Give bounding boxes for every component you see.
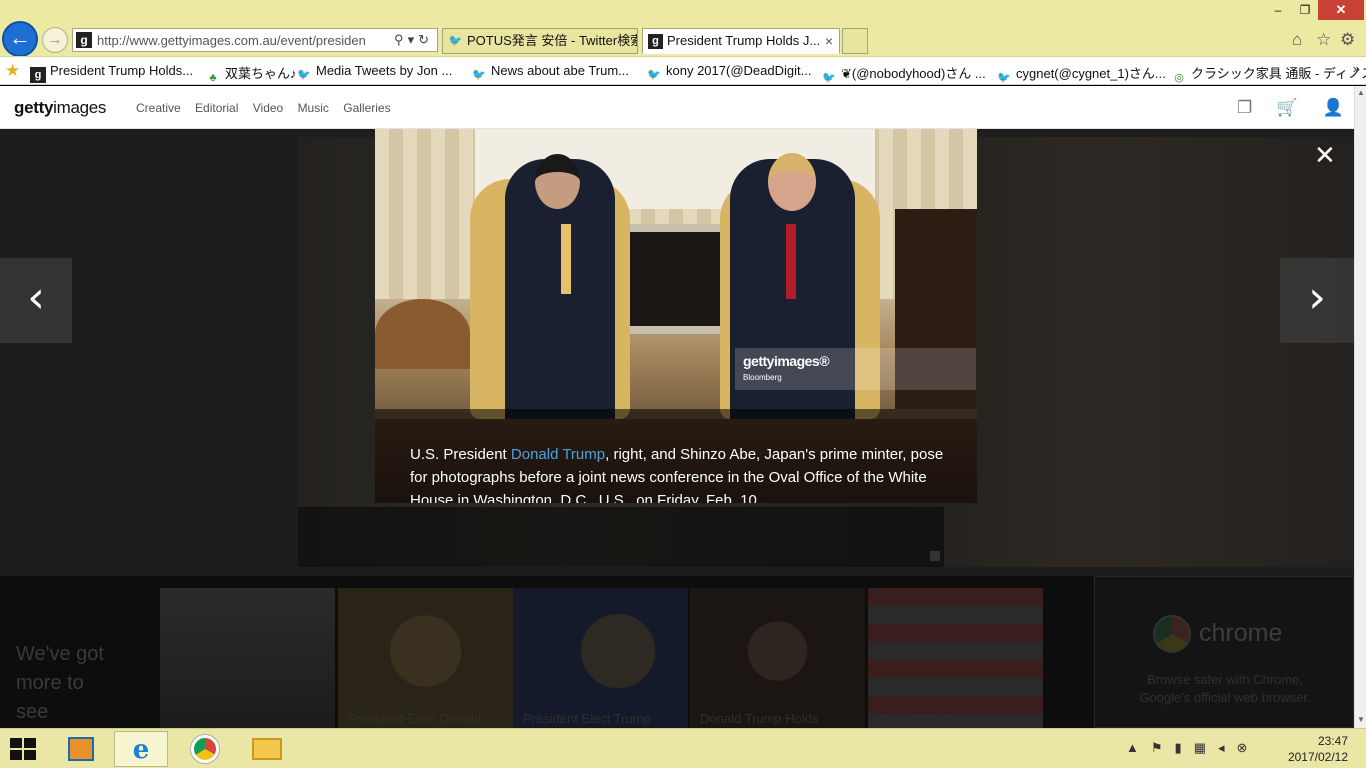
start-button[interactable] [10,738,38,760]
file-explorer-icon[interactable] [240,731,294,767]
refresh-icon[interactable]: ↻ [418,32,433,47]
favorite-item[interactable]: 🐦 kony 2017(@DeadDigit... [646,63,811,83]
getty-nav: Creative Editorial Video Music Galleries [136,101,402,115]
twitter-icon: 🐦 [647,69,661,81]
getty-favicon: g [30,67,46,83]
internet-explorer-icon[interactable]: e [114,731,168,767]
media-player-icon[interactable] [54,731,108,767]
close-window-button[interactable]: ✕ [1318,0,1364,20]
favorite-item[interactable]: ◎ クラシック家具 通販 - ディノス [1171,63,1366,86]
chrome-logo-icon [1153,615,1191,653]
close-lightbox-button[interactable]: ✕ [1314,141,1336,171]
new-tab-button[interactable] [842,28,868,54]
scroll-down-icon[interactable]: ▼ [1357,715,1365,724]
volume-icon[interactable]: ◂ [1218,740,1237,755]
next-image-button[interactable]: › [1280,258,1354,343]
system-tray: ▲⚑▮▦◂⊗ [1126,740,1259,756]
thumbnail-item[interactable]: President Elect Trump [513,588,688,728]
dropdown-icon[interactable]: ▾ [408,32,419,47]
more-to-see-section: We've got more to see President-Elect Do… [0,576,1354,728]
favorite-item[interactable]: 🐦 ❦(@nobodyhood)さん ... [821,63,986,86]
twitter-icon: 🐦 [822,72,836,84]
expand-icon [930,551,940,561]
forward-button[interactable]: → [42,27,68,53]
address-actions[interactable]: ⚲▾↻ [394,32,433,48]
more-to-see-heading: We've got more to see [16,643,104,723]
system-clock[interactable]: 23:47 2017/02/12 [1288,733,1348,765]
header-icons: ❐ 🛒 👤 [1217,98,1344,118]
nav-editorial[interactable]: Editorial [195,101,238,115]
lightbox-overlay: gettyimages® Bloomberg U.S. President Do… [0,129,1354,728]
boards-icon[interactable]: ❐ [1237,98,1252,117]
network-icon[interactable]: ▦ [1194,740,1218,755]
scroll-up-icon[interactable]: ▲ [1357,88,1365,97]
favorites-bar: ★ g President Trump Holds... ♣ 双葉ちゃん♪ 🐦 Med… [0,56,1366,85]
favorite-item[interactable]: g President Trump Holds... [30,63,193,83]
favorite-item[interactable]: ♣ 双葉ちゃん♪ [205,63,296,86]
nav-galleries[interactable]: Galleries [343,101,390,115]
favorite-item[interactable]: 🐦 Media Tweets by Jon ... [296,63,452,83]
star-icon[interactable]: ☆ [1316,30,1331,50]
home-icon[interactable]: ⌂ [1292,30,1302,50]
twitter-icon: 🐦 [297,69,311,81]
page-scrollbar[interactable]: ▲ ▼ [1354,86,1366,728]
windows-taskbar: e ▲⚑▮▦◂⊗ 23:47 2017/02/12 [0,728,1366,768]
cart-icon[interactable]: 🛒 [1277,98,1298,117]
browser-toolbar: ← → g http://www.gettyimages.com.au/even… [0,0,1366,57]
thumbnail-item[interactable]: Donald Trump [868,588,1043,728]
thumbnail-item[interactable] [160,588,335,728]
tray-overflow-icon[interactable]: ▲ [1126,740,1151,755]
thumbnail-item[interactable]: Donald Trump Holds [690,588,865,728]
favorites-overflow-icon[interactable]: » [1353,61,1360,76]
nav-creative[interactable]: Creative [136,101,181,115]
notifications-icon[interactable]: ⊗ [1237,740,1260,755]
favorite-item[interactable]: 🐦 News about abe Trum... [471,63,629,83]
twitter-icon: 🐦 [472,69,486,81]
restore-button[interactable]: ❐ [1292,0,1318,20]
nav-video[interactable]: Video [253,101,283,115]
address-bar[interactable]: g http://www.gettyimages.com.au/event/pr… [72,28,438,52]
getty-logo[interactable]: gettyimages [14,98,106,118]
chrome-advertisement[interactable]: chrome Browse safer with Chrome, Google'… [1094,576,1354,728]
search-icon[interactable]: ⚲ [394,32,408,47]
tab-getty-active[interactable]: g President Trump Holds J... × [642,28,840,54]
battery-icon[interactable]: ▮ [1175,740,1194,755]
getty-header: gettyimages Creative Editorial Video Mus… [0,86,1354,129]
gear-icon[interactable]: ⚙ [1340,30,1355,50]
getty-watermark: gettyimages® Bloomberg [735,348,976,390]
thumbnail-item[interactable]: President-Elect Donald [338,588,513,728]
chrome-icon[interactable] [178,731,232,767]
getty-favicon: g [76,32,92,48]
tab-twitter-search[interactable]: 🐦 POTUS発言 安倍 - Twitter検索 [442,28,638,54]
address-url[interactable]: http://www.gettyimages.com.au/event/pres… [97,33,381,48]
related-thumbnails: President-Elect Donald President Elect T… [160,588,1043,728]
minimize-button[interactable]: – [1264,0,1292,20]
dinos-icon: ◎ [1174,72,1184,84]
caption-link-donald-trump[interactable]: Donald Trump [511,446,605,463]
tab-close-icon[interactable]: × [825,29,833,53]
photo-caption: U.S. President Donald Trump, right, and … [375,409,977,503]
getty-favicon: g [648,34,663,49]
tab-label: President Trump Holds J... [667,33,821,48]
twitter-icon: 🐦 [997,72,1011,84]
sprout-icon: ♣ [209,72,217,84]
nav-music[interactable]: Music [298,101,329,115]
background-caption [298,507,944,567]
flag-icon[interactable]: ⚑ [1151,740,1175,755]
favorite-item[interactable]: 🐦 cygnet(@cygnet_1)さん... [996,63,1166,86]
twitter-icon: 🐦 [448,35,463,47]
account-icon[interactable]: 👤 [1323,98,1344,117]
previous-image-button[interactable]: ‹ [0,258,72,343]
tab-label: POTUS発言 安倍 - Twitter検索 [467,33,638,48]
back-button[interactable]: ← [2,21,38,57]
favorites-star-icon[interactable]: ★ [5,61,20,81]
